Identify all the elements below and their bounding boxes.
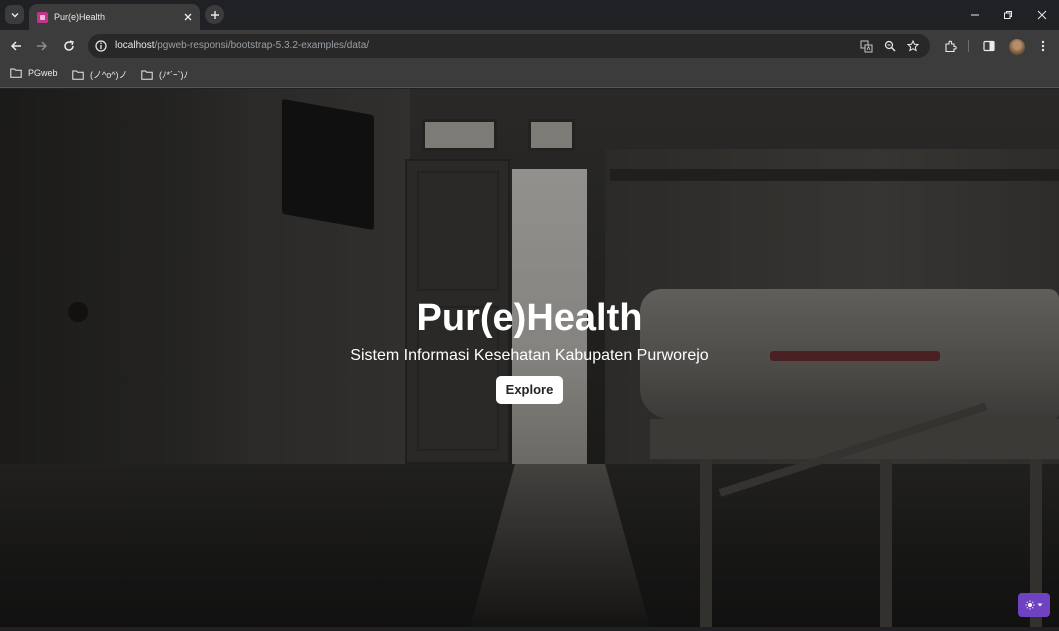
forward-icon bbox=[37, 41, 48, 51]
new-tab-button[interactable] bbox=[205, 5, 224, 24]
bottom-edge bbox=[0, 627, 1059, 631]
translate-icon bbox=[860, 40, 872, 52]
minimize-icon bbox=[971, 14, 979, 16]
menu-icon bbox=[1041, 40, 1045, 52]
avatar[interactable] bbox=[1009, 39, 1025, 55]
toolbar-divider bbox=[968, 40, 969, 52]
reload-icon bbox=[64, 40, 74, 51]
bookmark-star-button[interactable] bbox=[905, 38, 921, 54]
hero-content: Pur(e)Health Sistem Informasi Kesehatan … bbox=[0, 295, 1059, 404]
close-window-button[interactable] bbox=[1031, 5, 1053, 25]
translate-button[interactable] bbox=[858, 38, 874, 54]
tab-close-button[interactable] bbox=[181, 10, 195, 24]
restore-icon bbox=[1004, 11, 1012, 19]
reload-button[interactable] bbox=[59, 36, 79, 56]
minimize-button[interactable] bbox=[964, 5, 986, 25]
restore-button[interactable] bbox=[997, 5, 1019, 25]
bookmark-label: (ﾉ*´ｰ`)ﾉ bbox=[159, 70, 188, 80]
tab-title: Pur(e)Health bbox=[54, 12, 106, 22]
bookmark-folder-3[interactable]: (ﾉ*´ｰ`)ﾉ bbox=[141, 68, 188, 81]
back-button[interactable] bbox=[6, 36, 26, 56]
url-text: localhost/pgweb-responsi/bootstrap-5.3.2… bbox=[115, 40, 369, 51]
plus-icon bbox=[210, 10, 219, 19]
zoom-icon bbox=[884, 40, 896, 52]
page-favicon bbox=[37, 11, 48, 23]
address-bar[interactable]: localhost/pgweb-responsi/bootstrap-5.3.2… bbox=[88, 34, 930, 58]
explore-button[interactable]: Explore bbox=[495, 376, 564, 404]
forward-button[interactable] bbox=[32, 36, 52, 56]
browser-menu-button[interactable] bbox=[1033, 36, 1053, 56]
hero-title: Pur(e)Health bbox=[416, 297, 643, 339]
hero-subtitle: Sistem Informasi Kesehatan Kabupaten Pur… bbox=[350, 347, 709, 364]
site-info-button[interactable] bbox=[93, 38, 109, 54]
hero-section: Pur(e)Health Sistem Informasi Kesehatan … bbox=[0, 89, 1059, 627]
star-icon bbox=[907, 40, 919, 52]
bookmark-folder-pgweb[interactable]: PGweb bbox=[10, 68, 58, 78]
extensions-icon bbox=[944, 40, 957, 52]
close-window-icon bbox=[1037, 10, 1047, 20]
bookmark-folder-2[interactable]: (ノ^o^)ノ bbox=[72, 68, 127, 81]
bookmark-label: PGweb bbox=[28, 68, 58, 78]
zoom-button[interactable] bbox=[882, 38, 898, 54]
caret-down-icon bbox=[1037, 603, 1043, 607]
info-icon bbox=[95, 40, 107, 52]
folder-icon bbox=[72, 70, 84, 80]
folder-icon bbox=[10, 68, 22, 78]
tab-strip: Pur(e)Health bbox=[0, 0, 1059, 30]
close-icon bbox=[184, 13, 192, 21]
bookmarks-bar: PGweb (ノ^o^)ノ (ﾉ*´ｰ`)ﾉ bbox=[0, 62, 1059, 88]
side-panel-button[interactable] bbox=[979, 36, 999, 56]
folder-icon bbox=[141, 70, 153, 80]
url-path: /pgweb-responsi/bootstrap-5.3.2-examples… bbox=[154, 40, 370, 51]
back-icon bbox=[10, 41, 21, 51]
sun-icon bbox=[1025, 600, 1035, 610]
browser-toolbar: localhost/pgweb-responsi/bootstrap-5.3.2… bbox=[0, 30, 1059, 62]
theme-toggle-button[interactable] bbox=[1018, 593, 1050, 617]
bookmark-label: (ノ^o^)ノ bbox=[90, 70, 128, 80]
extensions-button[interactable] bbox=[940, 36, 960, 56]
chevron-down-icon bbox=[11, 12, 18, 17]
url-host: localhost bbox=[115, 40, 155, 51]
tab-active[interactable]: Pur(e)Health bbox=[29, 4, 200, 30]
tab-search-button[interactable] bbox=[5, 5, 24, 24]
side-panel-icon bbox=[983, 40, 995, 52]
